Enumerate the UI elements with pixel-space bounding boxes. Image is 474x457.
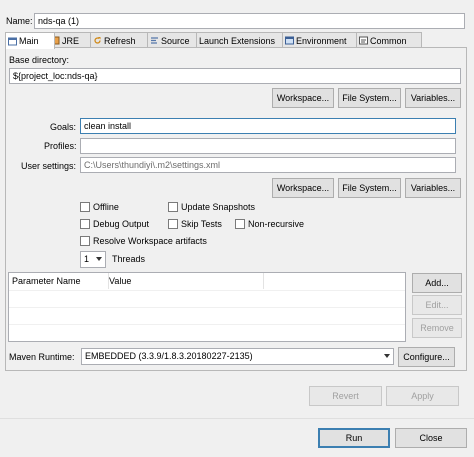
user-settings-input[interactable]: C:\Users\thundiyi\.m2\settings.xml: [80, 157, 456, 173]
resolve-workspace-checkbox[interactable]: [80, 236, 90, 246]
table-row: [9, 324, 405, 325]
maven-runtime-select[interactable]: EMBEDDED (3.3.9/1.8.3.20180227-2135): [81, 348, 394, 365]
maven-runtime-label: Maven Runtime:: [9, 352, 75, 362]
maven-runtime-value: EMBEDDED (3.3.9/1.8.3.20180227-2135): [85, 351, 253, 361]
tab-label: Source: [161, 35, 190, 46]
chevron-down-icon: [384, 354, 390, 358]
skip-tests-label: Skip Tests: [181, 219, 222, 229]
tab-source[interactable]: Source: [147, 32, 203, 48]
non-recursive-checkbox[interactable]: [235, 219, 245, 229]
update-snapshots-checkbox[interactable]: [168, 202, 178, 212]
threads-label: Threads: [112, 254, 146, 264]
tab-label: Environment: [296, 35, 347, 46]
source-icon: [150, 36, 159, 45]
tab-environment[interactable]: Environment: [282, 32, 363, 48]
tab-common[interactable]: Common: [356, 32, 422, 48]
base-directory-input[interactable]: ${project_loc:nds-qa}: [9, 68, 461, 84]
settings-workspace-button[interactable]: Workspace...: [272, 178, 334, 198]
apply-button[interactable]: Apply: [386, 386, 459, 406]
common-icon: [359, 36, 368, 45]
threads-value: 1: [84, 254, 90, 264]
goals-input[interactable]: clean install: [80, 118, 456, 134]
tab-label: Main: [19, 36, 39, 46]
offline-label: Offline: [93, 202, 119, 212]
add-parameter-button[interactable]: Add...: [412, 273, 462, 293]
base-variables-button[interactable]: Variables...: [405, 88, 461, 108]
run-button[interactable]: Run: [318, 428, 390, 448]
update-snapshots-label: Update Snapshots: [181, 202, 256, 212]
tab-refresh[interactable]: Refresh: [90, 32, 154, 48]
tab-label: Common: [370, 35, 407, 46]
settings-variables-button[interactable]: Variables...: [405, 178, 461, 198]
column-header-parameter-name[interactable]: Parameter Name: [9, 273, 109, 289]
user-settings-label: User settings:: [21, 161, 77, 171]
chevron-down-icon: [96, 257, 102, 261]
base-directory-label: Base directory:: [9, 55, 70, 65]
table-row: [9, 307, 405, 308]
resolve-workspace-label: Resolve Workspace artifacts: [93, 236, 207, 246]
parameter-table[interactable]: Parameter Name Value: [8, 272, 406, 342]
debug-output-checkbox[interactable]: [80, 219, 90, 229]
main-tab-icon: [8, 37, 17, 46]
table-header-divider: [9, 290, 405, 291]
edit-parameter-button[interactable]: Edit...: [412, 295, 462, 315]
offline-checkbox[interactable]: [80, 202, 90, 212]
debug-output-label: Debug Output: [93, 219, 150, 229]
tab-launch-extensions[interactable]: Launch Extensions: [196, 32, 289, 48]
settings-filesystem-button[interactable]: File System...: [338, 178, 401, 198]
profiles-input[interactable]: [80, 138, 456, 154]
skip-tests-checkbox[interactable]: [168, 219, 178, 229]
environment-icon: [285, 36, 294, 45]
tab-main[interactable]: Main: [5, 32, 55, 49]
column-header-value[interactable]: Value: [106, 273, 264, 289]
base-filesystem-button[interactable]: File System...: [338, 88, 401, 108]
non-recursive-label: Non-recursive: [248, 219, 305, 229]
tab-label: Refresh: [104, 35, 136, 46]
profiles-label: Profiles:: [44, 141, 77, 151]
tab-label: Launch Extensions: [199, 35, 276, 46]
refresh-icon: [93, 36, 102, 45]
goals-label: Goals:: [50, 122, 77, 132]
name-input[interactable]: nds-qa (1): [34, 13, 465, 29]
base-workspace-button[interactable]: Workspace...: [272, 88, 334, 108]
tab-label: JRE: [62, 35, 80, 46]
name-label: Name:: [6, 16, 33, 26]
threads-select[interactable]: 1: [80, 251, 106, 268]
remove-parameter-button[interactable]: Remove: [412, 318, 462, 338]
configure-button[interactable]: Configure...: [398, 347, 455, 367]
close-button[interactable]: Close: [395, 428, 467, 448]
revert-button[interactable]: Revert: [309, 386, 382, 406]
